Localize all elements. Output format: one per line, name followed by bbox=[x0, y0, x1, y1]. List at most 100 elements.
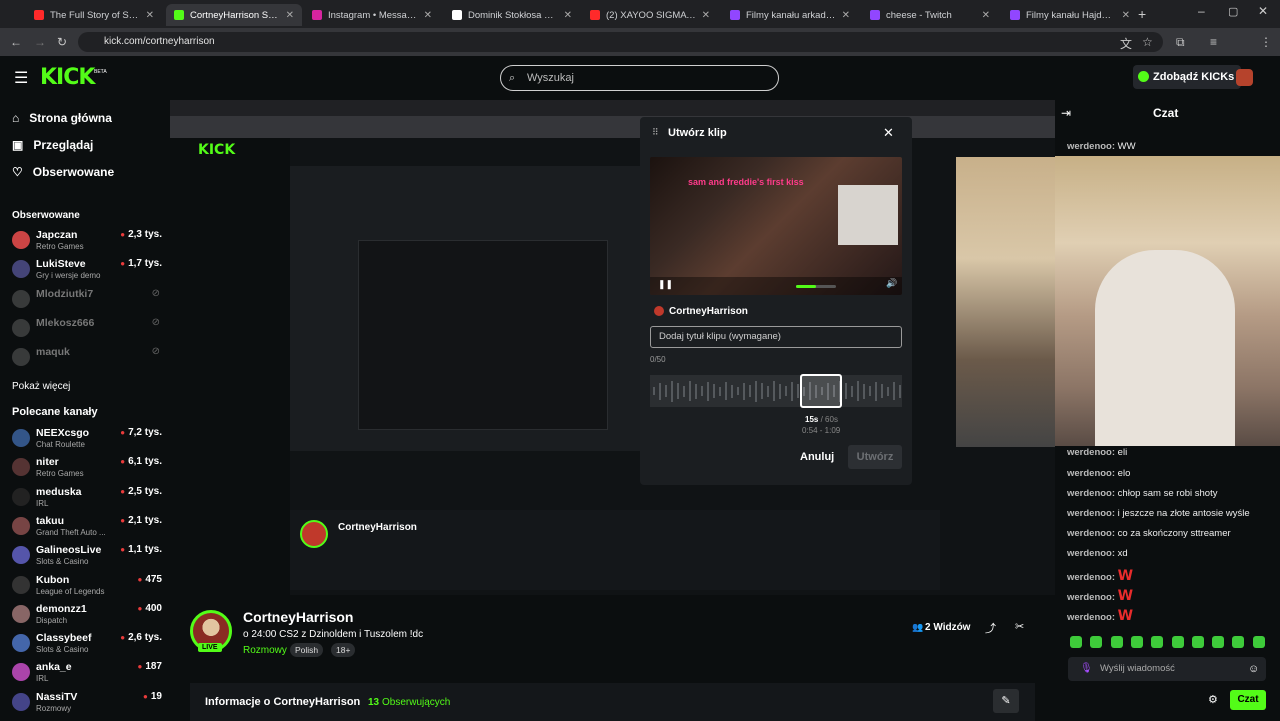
chat-username[interactable]: werdenoo: bbox=[1067, 488, 1115, 499]
close-tab-icon[interactable]: ✕ bbox=[424, 10, 432, 21]
channel-item[interactable]: Mlekosz666 ⊘ bbox=[12, 316, 162, 344]
timeline-tick bbox=[683, 385, 685, 397]
tag-language[interactable]: Polish bbox=[290, 643, 324, 657]
close-tab-icon[interactable]: ✕ bbox=[286, 10, 294, 21]
browser-tab[interactable]: Filmy kanału arkadiojose... ✕ bbox=[722, 4, 858, 26]
channel-item[interactable]: JapczanRetro Games 2,3 tys. bbox=[12, 228, 162, 256]
close-tab-icon[interactable]: ✕ bbox=[1122, 10, 1130, 21]
show-more-link[interactable]: Pokaż więcej bbox=[12, 381, 70, 392]
volume-icon[interactable]: 🔊 bbox=[886, 278, 897, 289]
browser-tab[interactable]: Dominik Stokłosa w serwi... ✕ bbox=[444, 4, 580, 26]
chat-username[interactable]: werdenoo: bbox=[1067, 141, 1115, 152]
channel-item[interactable]: NEEXcsgoChat Roulette 7,2 tys. bbox=[12, 426, 162, 454]
kick-logo[interactable]: KICK bbox=[40, 65, 95, 90]
browser-tab[interactable]: (2) XAYOO SIGMA NA ZL... ✕ bbox=[582, 4, 718, 26]
chat-username[interactable]: werdenoo: bbox=[1067, 528, 1115, 539]
chat-username[interactable]: werdenoo: bbox=[1067, 468, 1115, 479]
cancel-button[interactable]: Anuluj bbox=[800, 451, 834, 463]
minimize-icon[interactable]: – bbox=[1198, 4, 1205, 18]
browser-tab[interactable]: Filmy kanału Hajdook - T... ✕ bbox=[1002, 4, 1138, 26]
chat-username[interactable]: werdenoo: bbox=[1067, 612, 1115, 623]
clip-timeline[interactable] bbox=[650, 375, 902, 407]
sidebar-nav-browse[interactable]: ▣ Przeglądaj bbox=[12, 138, 93, 152]
reload-icon[interactable]: ↻ bbox=[57, 35, 67, 49]
emote-icon[interactable] bbox=[1232, 636, 1245, 648]
back-icon[interactable]: ← bbox=[10, 35, 22, 49]
emote-icon[interactable] bbox=[1070, 636, 1082, 648]
new-tab-icon[interactable]: + bbox=[1138, 6, 1146, 22]
close-window-icon[interactable]: ✕ bbox=[1258, 4, 1268, 18]
user-avatar[interactable] bbox=[1236, 69, 1253, 86]
edit-icon[interactable]: ✎ bbox=[993, 689, 1019, 713]
emote-icon[interactable] bbox=[1212, 636, 1225, 648]
browser-tab[interactable]: cheese - Twitch ✕ bbox=[862, 4, 998, 26]
channel-item[interactable]: takuuGrand Theft Auto ... 2,1 tys. bbox=[12, 514, 162, 542]
extensions-icon[interactable]: ⧉ bbox=[1176, 35, 1185, 50]
clip-range-handle[interactable] bbox=[800, 374, 842, 408]
chat-username[interactable]: werdenoo: bbox=[1067, 447, 1115, 458]
channel-item[interactable]: NassiTVRozmowy 19 bbox=[12, 690, 162, 718]
clip-preview[interactable]: sam and freddie's first kiss ❚❚ 🔊 bbox=[650, 157, 902, 295]
close-tab-icon[interactable]: ✕ bbox=[702, 10, 710, 21]
emote-icon[interactable] bbox=[1151, 636, 1164, 648]
emote-icon[interactable] bbox=[1090, 636, 1103, 648]
clip-icon[interactable]: ✂ bbox=[1015, 620, 1024, 633]
hamburger-menu-icon[interactable]: ☰ bbox=[14, 68, 28, 88]
forward-icon[interactable]: → bbox=[34, 35, 46, 49]
bookmark-star-icon[interactable]: ☆ bbox=[1142, 35, 1153, 49]
browser-tab[interactable]: CortneyHarrison Stre... ✕ bbox=[166, 4, 302, 26]
channel-item[interactable]: demonzz1Dispatch 400 bbox=[12, 602, 162, 630]
stream-streamer-name[interactable]: CortneyHarrison bbox=[243, 609, 353, 625]
translate-icon[interactable]: 文 bbox=[1120, 35, 1132, 52]
emote-icon[interactable] bbox=[1130, 636, 1143, 648]
close-tab-icon[interactable]: ✕ bbox=[564, 10, 572, 21]
mic-icon[interactable]: 🎙 bbox=[1080, 657, 1093, 681]
drag-handle-icon[interactable]: ⠿ bbox=[652, 127, 659, 138]
channel-item[interactable]: niterRetro Games 6,1 tys. bbox=[12, 455, 162, 483]
emote-icon[interactable] bbox=[1252, 636, 1265, 648]
close-tab-icon[interactable]: ✕ bbox=[146, 10, 154, 21]
channel-item[interactable]: Mlodziutki7 ⊘ bbox=[12, 287, 162, 315]
chat-send-button[interactable]: Czat bbox=[1230, 690, 1266, 710]
chat-username[interactable]: werdenoo: bbox=[1067, 508, 1115, 519]
stream-category[interactable]: Rozmowy bbox=[243, 645, 287, 656]
volume-slider[interactable] bbox=[796, 285, 836, 288]
maximize-icon[interactable]: ▢ bbox=[1228, 5, 1238, 18]
channel-item[interactable]: maquk ⊘ bbox=[12, 345, 162, 373]
emote-icon[interactable] bbox=[1110, 636, 1123, 648]
channel-item[interactable]: KubonLeague of Legends 475 bbox=[12, 573, 162, 601]
create-clip-button[interactable]: Utwórz bbox=[848, 445, 902, 469]
chat-username[interactable]: werdenoo: bbox=[1067, 548, 1115, 559]
collapse-chat-icon[interactable]: ⇥ bbox=[1061, 106, 1071, 120]
channel-item[interactable]: GalineosLiveSlots & Casino 1,1 tys. bbox=[12, 543, 162, 571]
browser-tab[interactable]: The Full Story of Seddie ✕ bbox=[26, 4, 162, 26]
chat-username[interactable]: werdenoo: bbox=[1067, 592, 1115, 603]
clip-title-input[interactable]: Dodaj tytuł klipu (wymagane) bbox=[650, 326, 902, 348]
channel-item[interactable]: anka_eIRL 187 bbox=[12, 660, 162, 688]
emote-icon[interactable] bbox=[1191, 636, 1204, 648]
share-icon[interactable]: ⤴ bbox=[985, 620, 996, 636]
sidebar-nav-heart[interactable]: ♡ Obserwowane bbox=[12, 165, 114, 179]
sidebar-nav-home[interactable]: ⌂ Strona główna bbox=[12, 111, 112, 125]
emoji-icon[interactable]: ☺ bbox=[1248, 657, 1259, 681]
url-field[interactable]: kick.com/cortneyharrison bbox=[78, 32, 1163, 52]
get-kicks-button[interactable]: Zdobądź KICKs bbox=[1133, 65, 1242, 89]
channel-item[interactable]: LukiSteveGry i wersje demo 1,7 tys. bbox=[12, 257, 162, 285]
emote-icon[interactable] bbox=[1171, 636, 1184, 648]
search-input[interactable]: ⌕ Wyszukaj bbox=[500, 65, 779, 91]
close-tab-icon[interactable]: ✕ bbox=[842, 10, 850, 21]
tag-age[interactable]: 18+ bbox=[331, 643, 356, 657]
chat-settings-icon[interactable]: ⚙ bbox=[1208, 693, 1218, 706]
chat-input[interactable]: 🎙 Wyślij wiadomość ☺ bbox=[1068, 657, 1266, 681]
channel-item[interactable]: ClassybeefSlots & Casino 2,6 tys. bbox=[12, 631, 162, 659]
chat-username[interactable]: werdenoo: bbox=[1067, 572, 1115, 583]
pause-icon[interactable]: ❚❚ bbox=[658, 279, 673, 290]
reading-list-icon[interactable]: ≡ bbox=[1210, 35, 1217, 49]
close-icon[interactable]: ✕ bbox=[883, 125, 894, 141]
browser-tab[interactable]: Instagram • Messages ✕ bbox=[304, 4, 440, 26]
stream-player[interactable]: KICK CortneyHarrison bbox=[170, 100, 1055, 595]
channel-item[interactable]: meduskaIRL 2,5 tys. bbox=[12, 485, 162, 513]
close-tab-icon[interactable]: ✕ bbox=[982, 10, 990, 21]
chat-message: werdenoo: xd bbox=[1067, 548, 1128, 559]
browser-menu-icon[interactable]: ⋮ bbox=[1260, 35, 1272, 49]
